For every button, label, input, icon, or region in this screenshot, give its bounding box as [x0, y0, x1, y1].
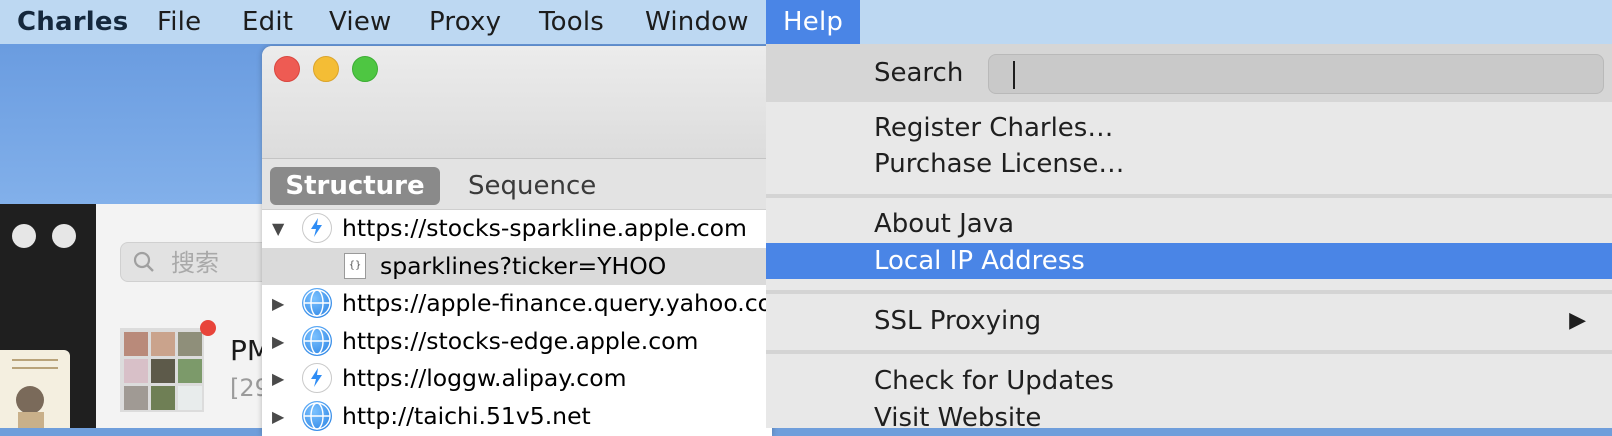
menu-item-ssl-proxying[interactable]: SSL Proxying ▶ [766, 303, 1612, 339]
collapsed-triangle-icon[interactable]: ▶ [272, 360, 290, 398]
menu-file[interactable]: File [157, 0, 201, 44]
globe-icon [302, 400, 332, 431]
collapsed-triangle-icon[interactable]: ▶ [272, 285, 290, 323]
menu-item-check-for-updates[interactable]: Check for Updates [766, 363, 1612, 399]
host-label: https://stocks-sparkline.apple.com [342, 214, 747, 242]
tree-row[interactable]: ▶ https://loggw.alipay.com [262, 360, 772, 398]
host-label: https://loggw.alipay.com [342, 364, 627, 392]
text-caret [1013, 61, 1015, 89]
help-menu-dropdown: Search Register Charles… Purchase Licens… [766, 44, 1612, 433]
menu-view[interactable]: View [329, 0, 392, 44]
menu-help[interactable]: Help [766, 0, 861, 44]
help-search-input[interactable] [988, 54, 1604, 94]
menu-tools[interactable]: Tools [539, 0, 604, 44]
help-search-label: Search [874, 58, 964, 88]
tab-structure[interactable]: Structure [270, 167, 440, 205]
charles-window: Structure Sequence ▼ https://stocks-spar… [262, 46, 772, 436]
menu-item-purchase-license[interactable]: Purchase License… [766, 146, 1612, 182]
collapsed-triangle-icon[interactable]: ▶ [272, 323, 290, 361]
sticker-image [0, 350, 70, 428]
ssl-proxying-label: SSL Proxying [874, 306, 1042, 336]
tree-row[interactable]: ▶ http://taichi.51v5.net [262, 398, 772, 436]
menu-separator [766, 350, 1612, 354]
menu-item-local-ip-address[interactable]: Local IP Address [766, 243, 1612, 279]
host-label: http://taichi.51v5.net [342, 401, 591, 430]
json-file-icon: {} [344, 252, 366, 279]
menu-bar: Charles File Edit View Proxy Tools Windo… [0, 0, 1612, 44]
bolt-icon [302, 363, 332, 393]
menu-edit[interactable]: Edit [242, 0, 293, 44]
expanded-triangle-icon[interactable]: ▼ [272, 210, 290, 248]
minimize-button[interactable] [313, 56, 339, 82]
help-search-row: Search [766, 44, 1612, 102]
tree-row[interactable]: ▶ https://stocks-edge.apple.com [262, 323, 772, 361]
collapsed-triangle-icon[interactable]: ▶ [272, 398, 290, 436]
menu-item-register[interactable]: Register Charles… [766, 110, 1612, 146]
search-icon [133, 251, 154, 272]
menu-separator [766, 194, 1612, 198]
globe-icon [302, 288, 332, 318]
menu-window[interactable]: Window [645, 0, 749, 44]
host-label: https://apple-finance.query.yahoo.com [342, 289, 772, 317]
unread-badge [200, 320, 216, 336]
menu-proxy[interactable]: Proxy [429, 0, 501, 44]
bolt-icon [302, 213, 332, 243]
host-tree: ▼ https://stocks-sparkline.apple.com {} … [262, 210, 772, 435]
window-titlebar[interactable] [262, 46, 772, 159]
menu-app-charles[interactable]: Charles [17, 0, 128, 44]
menu-item-visit-website[interactable]: Visit Website [766, 400, 1612, 436]
view-tabs: Structure Sequence [262, 159, 772, 210]
window-control-dot[interactable] [12, 224, 36, 248]
submenu-arrow-icon: ▶ [1569, 308, 1586, 333]
zoom-button[interactable] [352, 56, 378, 82]
request-label: sparklines?ticker=YHOO [380, 251, 667, 280]
host-label: https://stocks-edge.apple.com [342, 326, 699, 355]
tab-sequence[interactable]: Sequence [468, 167, 596, 205]
window-control-dot[interactable] [52, 224, 76, 248]
tree-row[interactable]: ▼ https://stocks-sparkline.apple.com [262, 210, 772, 248]
group-avatar[interactable] [120, 328, 204, 412]
menu-item-about-java[interactable]: About Java [766, 206, 1612, 242]
chat-search-placeholder: 搜索 [171, 249, 219, 277]
tree-row-selected[interactable]: {} sparklines?ticker=YHOO [262, 247, 772, 285]
globe-icon [302, 325, 332, 356]
tree-row[interactable]: ▶ https://apple-finance.query.yahoo.com [262, 285, 772, 323]
close-button[interactable] [274, 56, 300, 82]
menu-separator [766, 290, 1612, 294]
